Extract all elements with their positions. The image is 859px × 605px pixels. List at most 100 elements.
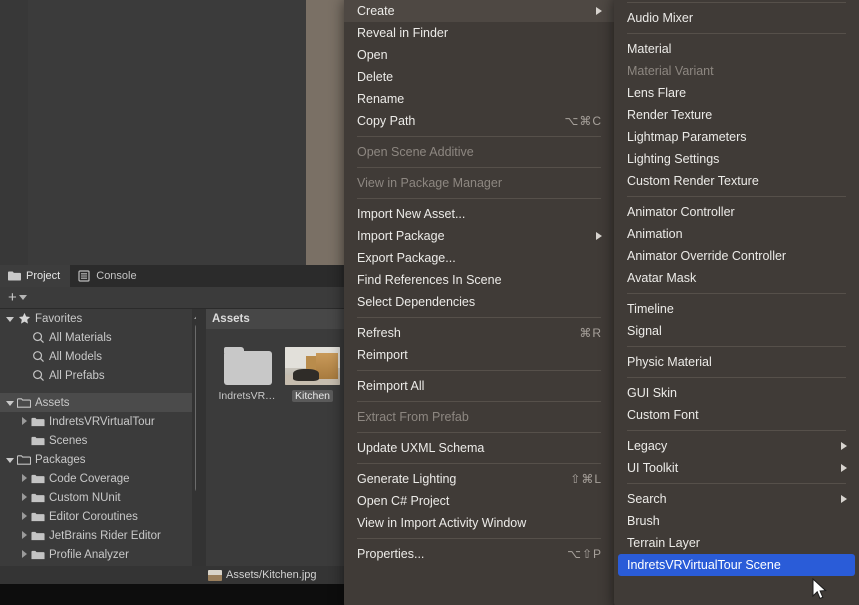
menu-item-label: Reveal in Finder xyxy=(357,26,449,40)
menu-item-animator-controller[interactable]: Animator Controller xyxy=(614,201,859,223)
menu-item-custom-font[interactable]: Custom Font xyxy=(614,404,859,426)
menu-item-terrain-layer[interactable]: Terrain Layer xyxy=(614,532,859,554)
tree-item-scenes[interactable]: Scenes xyxy=(0,431,192,450)
menu-item-delete[interactable]: Delete xyxy=(344,66,614,88)
chevron-right-icon xyxy=(841,464,847,472)
caret-down-icon[interactable] xyxy=(18,295,27,300)
menu-item-label: Properties... xyxy=(357,547,425,561)
tab-console[interactable]: Console xyxy=(70,265,146,287)
menu-item-select-dependencies[interactable]: Select Dependencies xyxy=(344,291,614,313)
menu-item-label: Signal xyxy=(627,324,662,338)
menu-item-ui-toolkit[interactable]: UI Toolkit xyxy=(614,457,859,479)
chevron-right-icon[interactable] xyxy=(18,416,30,428)
scene-viewport[interactable] xyxy=(28,0,306,265)
menu-item-import-new-asset[interactable]: Import New Asset... xyxy=(344,203,614,225)
menu-item-reveal-in-finder[interactable]: Reveal in Finder xyxy=(344,22,614,44)
menu-item-timeline[interactable]: Timeline xyxy=(614,298,859,320)
menu-item-reimport[interactable]: Reimport xyxy=(344,344,614,366)
folder-icon xyxy=(30,530,46,542)
menu-item-open[interactable]: Open xyxy=(344,44,614,66)
menu-item-physic-material[interactable]: Physic Material xyxy=(614,351,859,373)
chevron-right-icon xyxy=(596,232,602,240)
menu-item-label: Avatar Mask xyxy=(627,271,697,285)
asset-item-folder[interactable]: IndretsVRV... xyxy=(219,347,277,402)
menu-item-material[interactable]: Material xyxy=(614,38,859,60)
menu-item-export-package[interactable]: Export Package... xyxy=(344,247,614,269)
tree-item-profile-analyzer[interactable]: Profile Analyzer xyxy=(0,545,192,564)
menu-item-render-texture[interactable]: Render Texture xyxy=(614,104,859,126)
tab-project[interactable]: Project xyxy=(0,265,71,287)
add-asset-button[interactable]: + xyxy=(5,290,30,305)
menu-item-animator-override-controller[interactable]: Animator Override Controller xyxy=(614,245,859,267)
menu-item-audio-mixer[interactable]: Audio Mixer xyxy=(614,7,859,29)
menu-item-generate-lighting[interactable]: Generate Lighting ⇧⌘L xyxy=(344,468,614,490)
assets-pane[interactable]: Assets IndretsVRV... Kitchen xyxy=(206,309,344,584)
tree-item-all-materials[interactable]: All Materials xyxy=(0,328,192,347)
chevron-down-icon[interactable] xyxy=(4,454,16,466)
menu-item-refresh[interactable]: Refresh ⌘R xyxy=(344,322,614,344)
tree-item-favorites[interactable]: Favorites xyxy=(0,309,192,328)
menu-item-brush[interactable]: Brush xyxy=(614,510,859,532)
menu-item-lens-flare[interactable]: Lens Flare xyxy=(614,82,859,104)
tree-item-label: Editor Coroutines xyxy=(49,510,138,523)
create-submenu[interactable]: Audio Mixer Material Material Variant Lens … xyxy=(614,0,859,605)
status-bar: Assets/Kitchen.jpg xyxy=(0,566,344,584)
menu-item-animation[interactable]: Animation xyxy=(614,223,859,245)
chevron-right-icon[interactable] xyxy=(18,530,30,542)
menu-separator xyxy=(357,317,601,318)
menu-item-copy-path[interactable]: Copy Path ⌥⌘C xyxy=(344,110,614,132)
menu-item-avatar-mask[interactable]: Avatar Mask xyxy=(614,267,859,289)
tree-item-label: Favorites xyxy=(35,312,83,325)
menu-item-lighting-settings[interactable]: Lighting Settings xyxy=(614,148,859,170)
tree-item-packages[interactable]: Packages xyxy=(0,450,192,469)
chevron-right-icon[interactable] xyxy=(18,492,30,504)
menu-item-import-package[interactable]: Import Package xyxy=(344,225,614,247)
status-spacer xyxy=(4,566,208,584)
chevron-right-icon[interactable] xyxy=(18,511,30,523)
menu-item-label: Copy Path xyxy=(357,114,416,128)
menu-item-indretsvrvirtualtour-scene[interactable]: IndretsVRVirtualTour Scene xyxy=(618,554,855,576)
tree-item-custom-nunit[interactable]: Custom NUnit xyxy=(0,488,192,507)
menu-item-label: Update UXML Schema xyxy=(357,441,485,455)
menu-item-find-references-in-scene[interactable]: Find References In Scene xyxy=(344,269,614,291)
tree-item-all-prefabs[interactable]: All Prefabs xyxy=(0,366,192,385)
menu-item-view-in-import-activity-window[interactable]: View in Import Activity Window xyxy=(344,512,614,534)
menu-item-label: Audio Mixer xyxy=(627,11,693,25)
menu-item-signal[interactable]: Signal xyxy=(614,320,859,342)
project-tree[interactable]: Favorites All Materials All Models All Pref… xyxy=(0,309,192,584)
menu-item-reimport-all[interactable]: Reimport All xyxy=(344,375,614,397)
menu-item-label: Material xyxy=(627,42,672,56)
tree-item-assets[interactable]: Assets xyxy=(0,393,192,412)
menu-item-create[interactable]: Create xyxy=(344,0,614,22)
chevron-right-icon[interactable] xyxy=(18,549,30,561)
chevron-down-icon[interactable] xyxy=(4,397,16,409)
menu-item-material-variant: Material Variant xyxy=(614,60,859,82)
tree-item-code-coverage[interactable]: Code Coverage xyxy=(0,469,192,488)
menu-separator xyxy=(357,198,601,199)
menu-item-gui-skin[interactable]: GUI Skin xyxy=(614,382,859,404)
menu-item-label: Reimport xyxy=(357,348,408,362)
menu-item-custom-render-texture[interactable]: Custom Render Texture xyxy=(614,170,859,192)
tree-item-jetbrains-rider-editor[interactable]: JetBrains Rider Editor xyxy=(0,526,192,545)
menu-separator xyxy=(627,293,846,294)
chevron-right-icon[interactable] xyxy=(18,473,30,485)
asset-context-menu[interactable]: Create Reveal in Finder Open Delete Rename Co… xyxy=(344,0,614,605)
menu-item-search[interactable]: Search xyxy=(614,488,859,510)
menu-item-rename[interactable]: Rename xyxy=(344,88,614,110)
tree-item-indretsvrvirtualtour[interactable]: IndretsVRVirtualTour xyxy=(0,412,192,431)
tree-item-all-models[interactable]: All Models xyxy=(0,347,192,366)
menu-item-lightmap-parameters[interactable]: Lightmap Parameters xyxy=(614,126,859,148)
asset-item-image[interactable]: Kitchen xyxy=(285,347,340,402)
menu-item-legacy[interactable]: Legacy xyxy=(614,435,859,457)
menu-item-properties[interactable]: Properties... ⌥⇧P xyxy=(344,543,614,565)
assets-grid[interactable]: IndretsVRV... Kitchen xyxy=(206,329,344,402)
menu-item-label: Custom Font xyxy=(627,408,699,422)
menu-item-shortcut: ⌥⌘C xyxy=(564,114,602,128)
menu-item-update-uxml-schema[interactable]: Update UXML Schema xyxy=(344,437,614,459)
tree-item-editor-coroutines[interactable]: Editor Coroutines xyxy=(0,507,192,526)
menu-item-open-c-project[interactable]: Open C# Project xyxy=(344,490,614,512)
folder-icon xyxy=(30,473,46,485)
chevron-down-icon[interactable] xyxy=(4,313,16,325)
tree-item-label: Profile Analyzer xyxy=(49,548,129,561)
window-bottom-edge xyxy=(0,584,344,605)
